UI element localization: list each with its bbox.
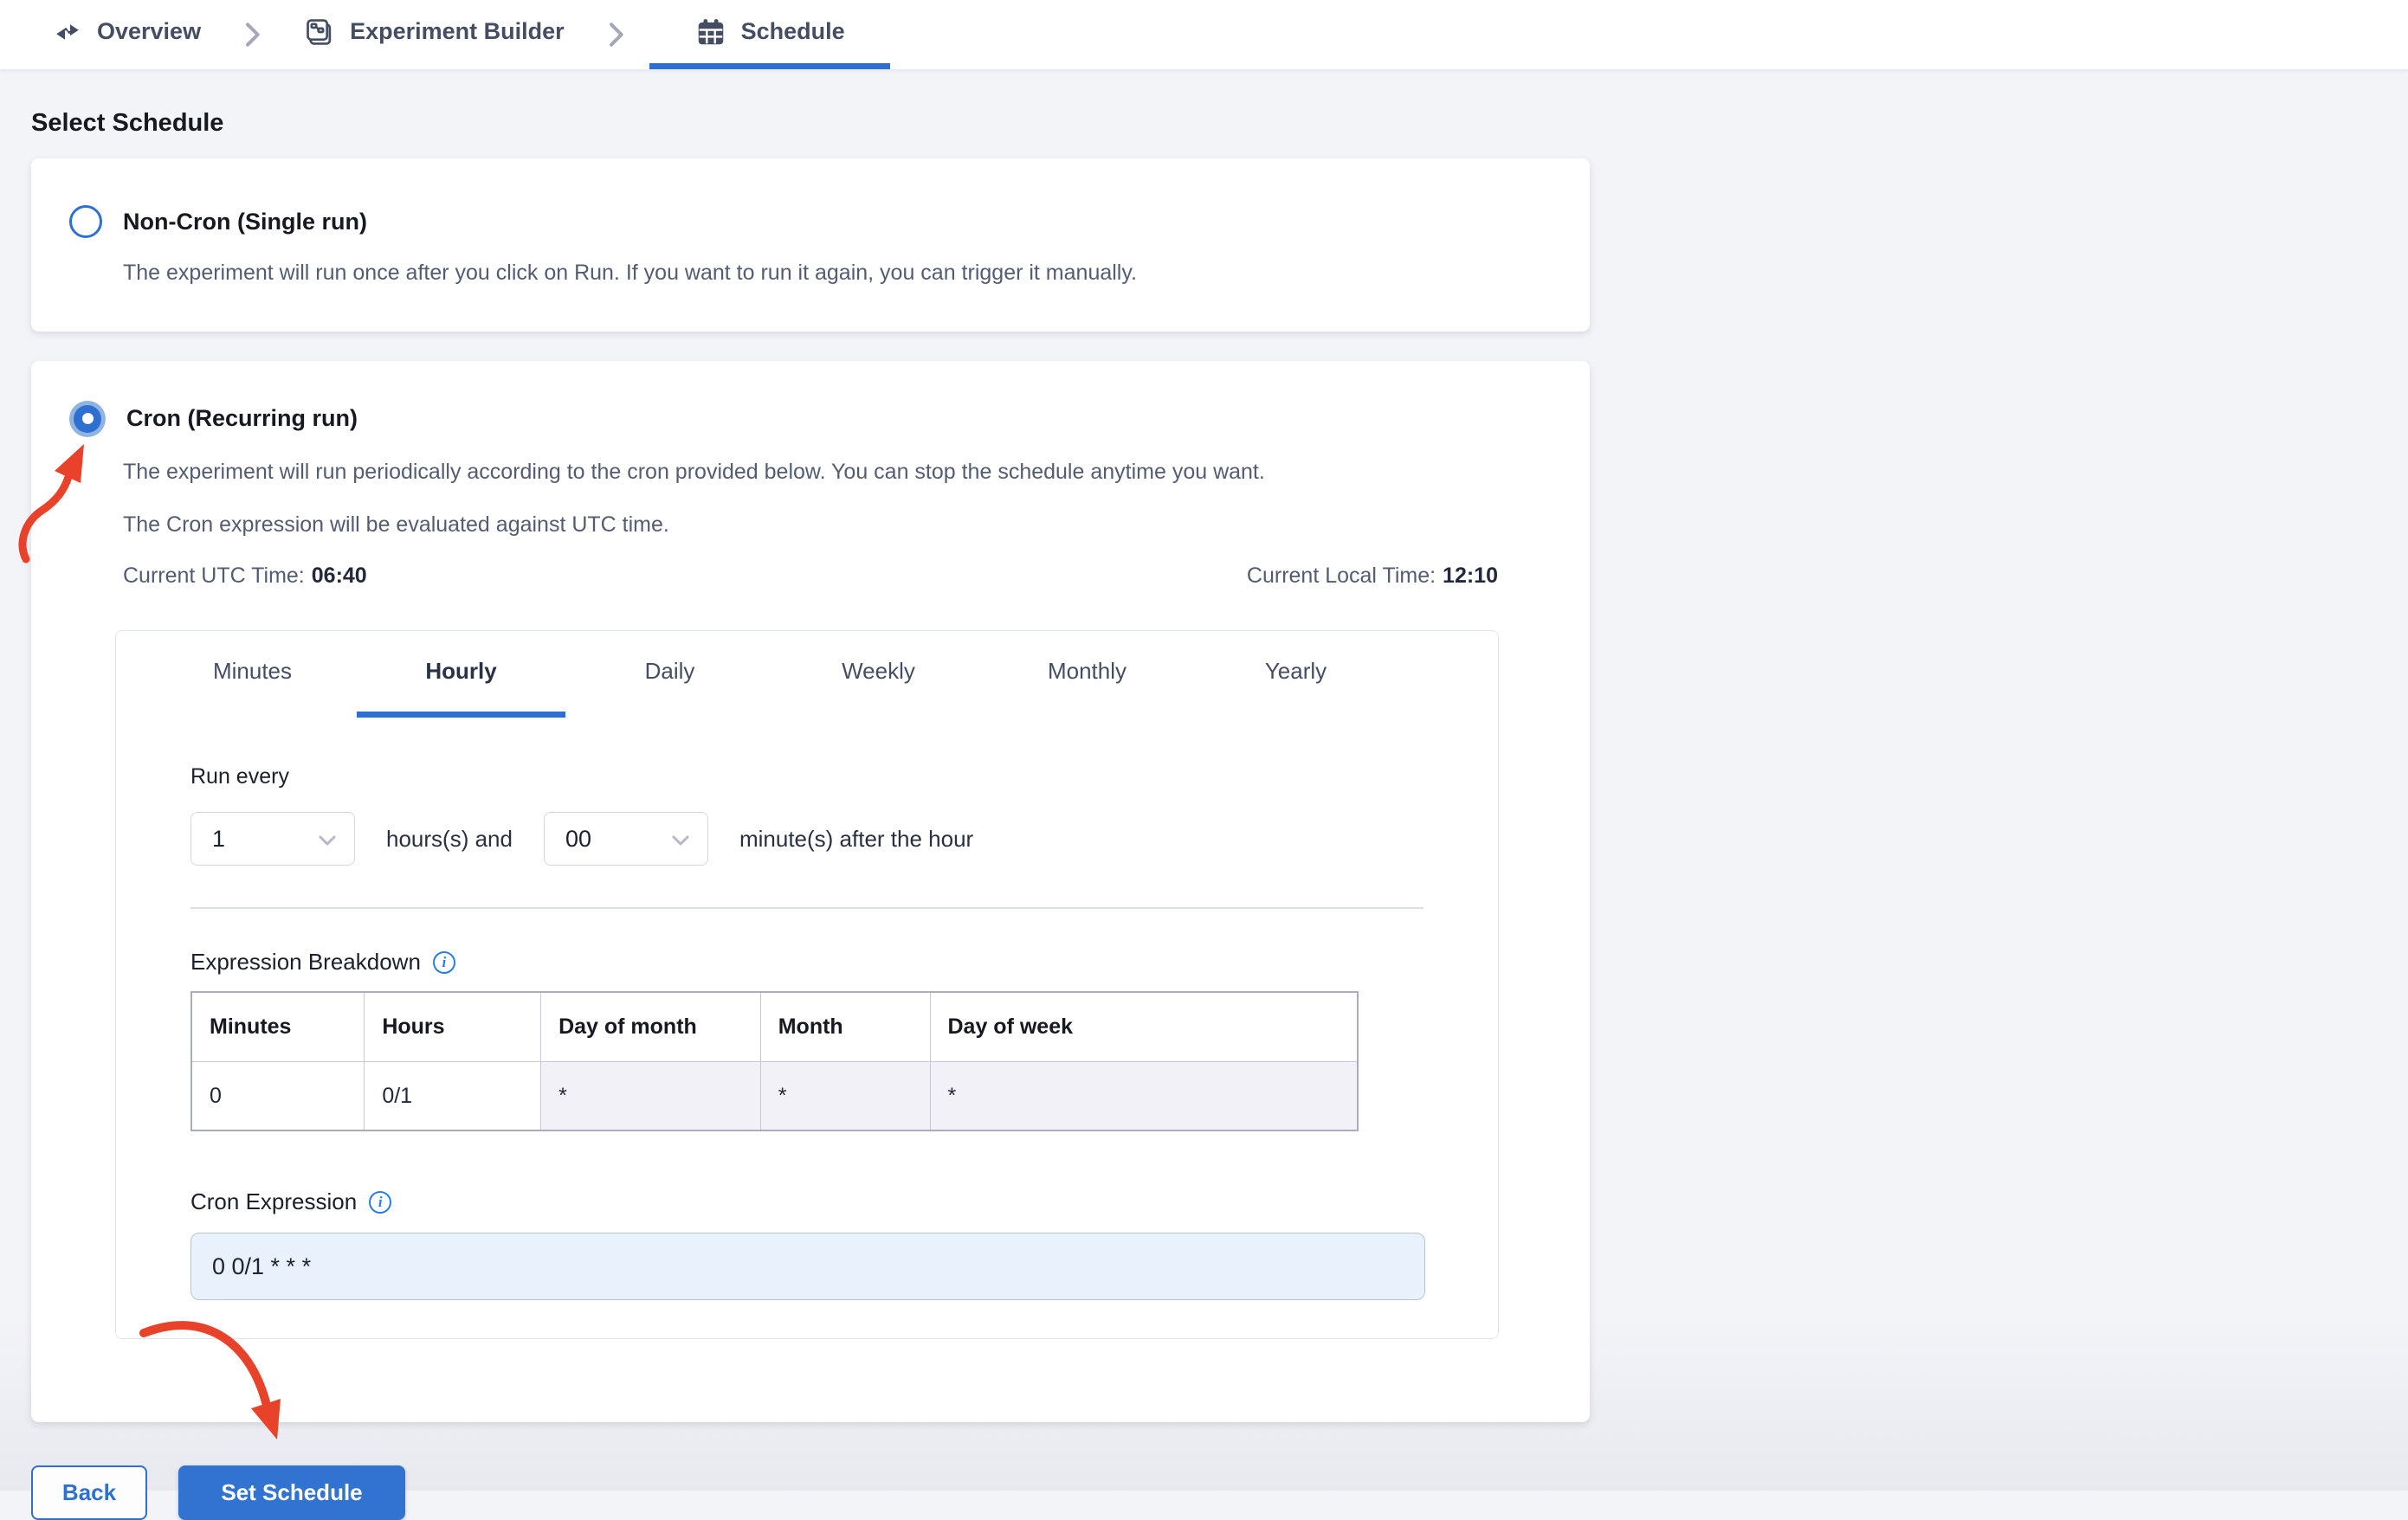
col-header-day-of-week: Day of week bbox=[929, 991, 1359, 1062]
chevron-down-icon bbox=[318, 826, 337, 853]
hours-select[interactable]: 1 bbox=[190, 812, 355, 866]
tab-daily[interactable]: Daily bbox=[565, 631, 774, 718]
tab-weekly[interactable]: Weekly bbox=[774, 631, 983, 718]
chevron-down-icon bbox=[671, 826, 690, 853]
breadcrumb-label: Schedule bbox=[740, 18, 845, 44]
section-divider bbox=[190, 907, 1423, 910]
table-header-row: Minutes Hours Day of month Month Day of … bbox=[190, 991, 1359, 1062]
minutes-suffix-label: minute(s) after the hour bbox=[739, 825, 974, 852]
footer-actions: Back Set Schedule bbox=[31, 1465, 2377, 1520]
page-title: Select Schedule bbox=[31, 109, 224, 137]
breadcrumb-item-experiment-builder[interactable]: Experiment Builder bbox=[286, 0, 582, 69]
breadcrumb-label: Overview bbox=[97, 18, 202, 44]
tab-yearly[interactable]: Yearly bbox=[1191, 631, 1400, 718]
non-cron-option-card: Non-Cron (Single run) The experiment wil… bbox=[31, 158, 1590, 332]
cron-description-2: The Cron expression will be evaluated ag… bbox=[123, 512, 669, 537]
expression-breakdown-table: Minutes Hours Day of month Month Day of … bbox=[190, 991, 1359, 1132]
tab-minutes[interactable]: Minutes bbox=[148, 631, 357, 718]
cell-day-of-month: * bbox=[540, 1060, 761, 1131]
breadcrumb: Overview Experiment Builder Schedule bbox=[0, 0, 2408, 69]
run-every-controls: 1 hours(s) and 00 minute(s) after the ho… bbox=[190, 812, 1423, 866]
breadcrumb-item-overview[interactable]: Overview bbox=[35, 0, 218, 69]
set-schedule-button[interactable]: Set Schedule bbox=[178, 1465, 405, 1520]
overview-icon bbox=[52, 16, 83, 48]
current-utc-time: Current UTC Time: 06:40 bbox=[123, 564, 367, 589]
breadcrumb-label: Experiment Builder bbox=[350, 18, 565, 44]
cron-scheduler-panel: Minutes Hourly Daily Weekly Monthly Year… bbox=[115, 630, 1499, 1340]
non-cron-option-header[interactable]: Non-Cron (Single run) bbox=[69, 205, 1552, 238]
minutes-select-value: 00 bbox=[565, 825, 592, 852]
chevron-right-icon bbox=[582, 0, 649, 69]
current-time-row: Current UTC Time: 06:40 Current Local Tim… bbox=[123, 564, 1498, 589]
back-button[interactable]: Back bbox=[31, 1465, 147, 1520]
cell-month: * bbox=[759, 1060, 931, 1131]
breadcrumb-item-schedule[interactable]: Schedule bbox=[649, 0, 890, 69]
current-local-time: Current Local Time: 12:10 bbox=[1246, 564, 1498, 589]
non-cron-title: Non-Cron (Single run) bbox=[123, 208, 367, 235]
info-icon[interactable]: i bbox=[432, 950, 455, 974]
info-icon[interactable]: i bbox=[369, 1190, 392, 1214]
cron-option-card: Cron (Recurring run) The experiment will… bbox=[31, 360, 1590, 1423]
tab-hourly[interactable]: Hourly bbox=[357, 631, 565, 718]
cell-minutes: 0 bbox=[190, 1060, 365, 1131]
chevron-right-icon bbox=[218, 0, 286, 69]
local-time-value: 12:10 bbox=[1443, 564, 1498, 589]
cron-frequency-tabs: Minutes Hourly Daily Weekly Monthly Year… bbox=[148, 631, 1498, 718]
col-header-hours: Hours bbox=[364, 991, 542, 1062]
run-every-label: Run every bbox=[190, 764, 289, 789]
cron-title: Cron (Recurring run) bbox=[126, 405, 358, 432]
experiment-builder-icon bbox=[303, 16, 336, 48]
cell-hours: 0/1 bbox=[364, 1060, 542, 1131]
cron-option-header[interactable]: Cron (Recurring run) bbox=[69, 400, 1498, 437]
cron-description-1: The experiment will run periodically acc… bbox=[123, 459, 1265, 484]
hours-suffix-label: hours(s) and bbox=[386, 825, 513, 852]
tab-monthly[interactable]: Monthly bbox=[983, 631, 1191, 718]
table-row: 0 0/1 * * * bbox=[190, 1060, 1359, 1131]
calendar-icon bbox=[694, 16, 727, 48]
cron-expression-input[interactable] bbox=[190, 1233, 1425, 1301]
expression-breakdown-label: Expression Breakdown bbox=[190, 949, 421, 976]
cell-day-of-week: * bbox=[929, 1060, 1359, 1131]
non-cron-description: The experiment will run once after you c… bbox=[123, 261, 1137, 285]
col-header-month: Month bbox=[759, 991, 931, 1062]
col-header-minutes: Minutes bbox=[190, 991, 365, 1062]
utc-time-value: 06:40 bbox=[311, 564, 367, 589]
cron-expression-label: Cron Expression bbox=[190, 1188, 358, 1215]
hours-select-value: 1 bbox=[212, 825, 226, 852]
non-cron-radio[interactable] bbox=[69, 205, 102, 238]
minutes-select[interactable]: 00 bbox=[543, 812, 708, 866]
cron-radio[interactable] bbox=[69, 400, 106, 437]
col-header-day-of-month: Day of month bbox=[540, 991, 761, 1062]
